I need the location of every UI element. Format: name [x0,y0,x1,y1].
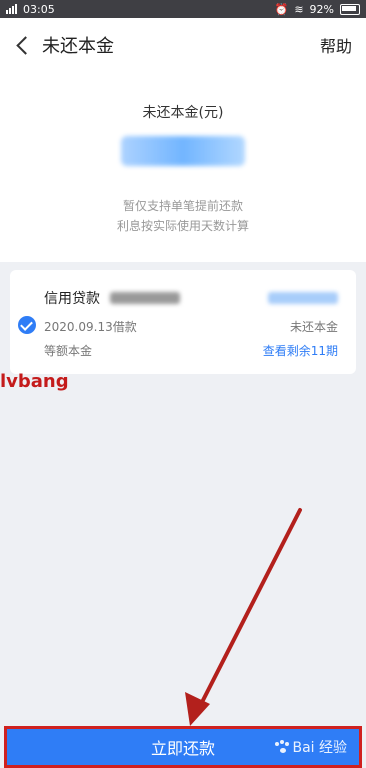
summary-note: 暂仅支持单笔提前还款 利息按实际使用天数计算 [0,196,366,236]
checkmark-icon[interactable] [18,316,36,334]
remaining-label: 未还本金 [289,320,338,334]
status-right: ⏰ ≋ 92% [275,3,360,16]
blurred-remaining-amount [268,292,338,304]
status-left: 03:05 [6,3,55,16]
alarm-icon: ⏰ [274,2,289,16]
summary-label: 未还本金(元) [142,105,224,121]
signal-icon [6,4,17,14]
watermark: lvbang [0,371,69,392]
wifi-icon: ≋ [294,2,304,16]
baidu-watermark: Bai 经验 [275,737,347,757]
help-button[interactable]: 帮助 [320,33,352,57]
status-bar: 03:05 ⏰ ≋ 92% [0,0,366,18]
repay-now-button[interactable]: 立即还款 Bai 经验 [4,726,362,768]
loan-card[interactable]: 信用贷款 2020.09.13借款 等额本金 未还本金 查看剩余11期 [10,270,356,374]
note-line-2: 利息按实际使用天数计算 [116,219,249,233]
paw-icon [275,740,290,754]
loan-date: 2020.09.13借款 [44,320,137,334]
app-header: 未还本金 帮助 [0,18,366,72]
loan-method: 等额本金 [44,344,93,358]
baidu-text: Bai 经验 [292,740,347,756]
repay-now-label: 立即还款 [150,739,215,758]
principal-summary: 未还本金(元) 暂仅支持单笔提前还款 利息按实际使用天数计算 [0,72,366,262]
view-remaining-link[interactable]: 查看剩余11期 [263,342,338,359]
back-arrow-icon[interactable] [14,36,32,54]
page-title: 未还本金 [42,36,114,57]
status-time: 03:05 [23,2,55,16]
loan-name: 信用贷款 [44,291,100,307]
battery-icon [340,3,360,15]
note-line-1: 暂仅支持单笔提前还款 [122,199,243,213]
battery-level: 92% [309,2,334,16]
blurred-amount [121,136,245,166]
blurred-loan-id [110,292,180,304]
